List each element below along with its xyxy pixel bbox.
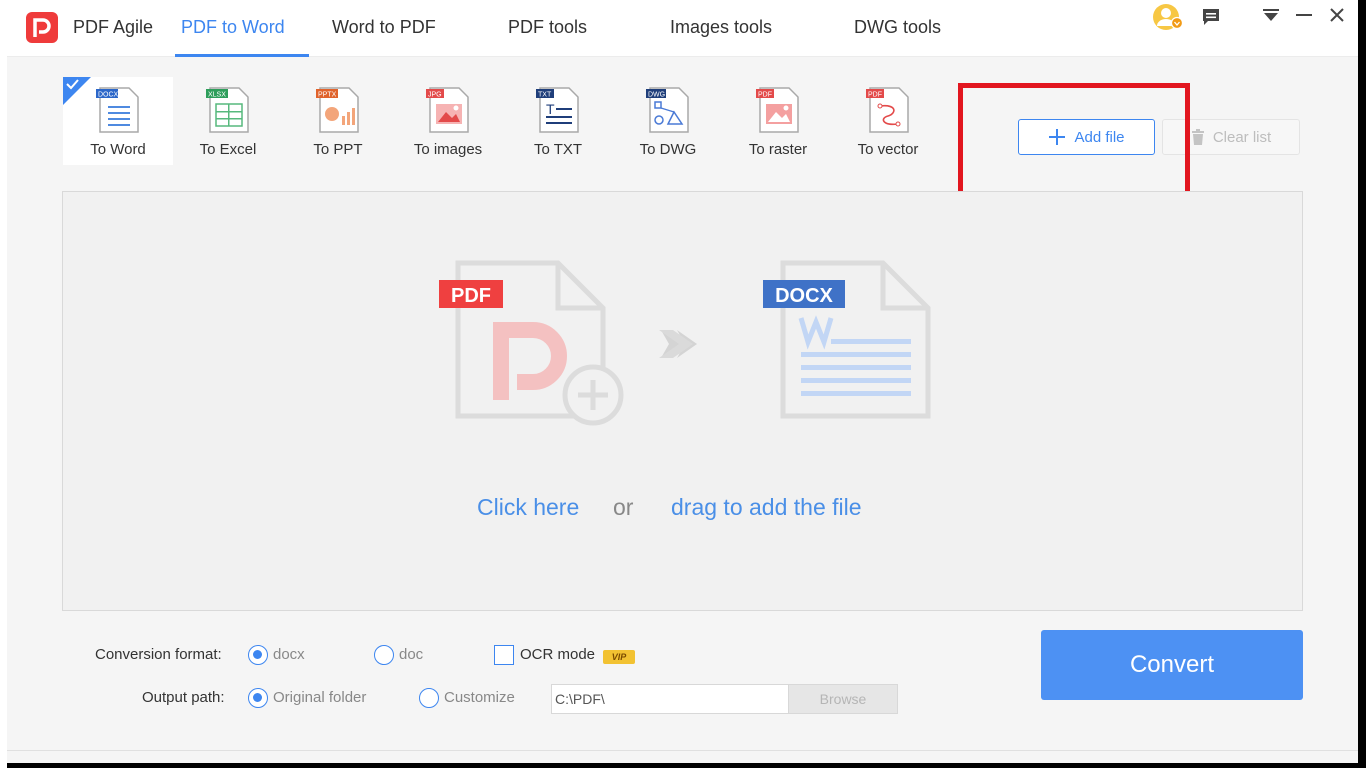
double-arrow-icon (659, 330, 697, 358)
excel-doc-icon: XLSX (206, 87, 249, 133)
docx-document-icon: DOCX (763, 260, 931, 419)
clear-list-label: Clear list (1212, 128, 1272, 146)
file-drop-zone[interactable]: PDF DOCX Click here or drag to add the f… (62, 191, 1303, 611)
nav-word-to-pdf[interactable]: Word to PDF (332, 17, 436, 38)
close-icon[interactable] (1329, 7, 1345, 23)
format-docx-label[interactable]: docx (273, 646, 305, 663)
tool-label: To images (413, 141, 483, 158)
conversion-format-label: Conversion format: (95, 646, 222, 663)
tool-to-images[interactable]: JPG To images (393, 77, 503, 165)
svg-text:PDF: PDF (451, 285, 491, 307)
tool-to-word[interactable]: DOCX To Word (63, 77, 173, 165)
svg-text:JPG: JPG (428, 92, 442, 99)
tool-to-excel[interactable]: XLSX To Excel (173, 77, 283, 165)
svg-text:TXT: TXT (538, 92, 552, 99)
output-path-label: Output path: (142, 689, 225, 706)
pdf-to-docx-illustration: PDF DOCX (439, 260, 931, 426)
nav-pdf-to-word[interactable]: PDF to Word (181, 17, 285, 38)
app-logo-icon (26, 12, 58, 43)
tool-label: To DWG (639, 141, 697, 158)
svg-text:DOCX: DOCX (98, 92, 119, 99)
vector-doc-icon: PDF (866, 87, 909, 133)
format-doc-label[interactable]: doc (399, 646, 423, 663)
nav-dwg-tools[interactable]: DWG tools (854, 17, 941, 38)
vip-badge: VIP (603, 650, 635, 664)
menu-dropdown-icon[interactable] (1262, 8, 1280, 22)
path-customize-label[interactable]: Customize (444, 689, 515, 706)
raster-doc-icon: PDF (756, 87, 799, 133)
ocr-mode-checkbox[interactable] (494, 645, 514, 665)
pdf-document-icon: PDF (439, 260, 624, 426)
svg-text:PPTX: PPTX (318, 92, 337, 99)
format-doc-radio[interactable] (374, 645, 394, 665)
check-icon (66, 79, 79, 90)
title-bar: PDF Agile PDF to Word Word to PDF PDF to… (7, 0, 1358, 57)
tool-to-txt[interactable]: TXT T To TXT (503, 77, 613, 165)
nav-pdf-agile[interactable]: PDF Agile (73, 17, 153, 38)
tool-to-raster[interactable]: PDF To raster (723, 77, 833, 165)
tool-label: To Word (90, 141, 146, 158)
path-original-label[interactable]: Original folder (273, 689, 366, 706)
nav-pdf-tools[interactable]: PDF tools (508, 17, 587, 38)
image-doc-icon: JPG (426, 87, 469, 133)
txt-doc-icon: TXT T (536, 87, 579, 133)
path-customize-radio[interactable] (419, 688, 439, 708)
minimize-icon[interactable] (1295, 8, 1313, 22)
svg-text:XLSX: XLSX (208, 92, 226, 99)
tool-to-ppt[interactable]: PPTX To PPT (283, 77, 393, 165)
footer-divider (7, 750, 1358, 751)
tool-label: To TXT (533, 141, 583, 158)
tool-label: To raster (748, 141, 808, 158)
svg-text:DOCX: DOCX (775, 285, 833, 307)
pdf-agile-window: PDF Agile PDF to Word Word to PDF PDF to… (7, 0, 1358, 763)
tool-label: To vector (857, 141, 919, 158)
ocr-mode-label[interactable]: OCR mode (520, 646, 595, 663)
path-original-radio[interactable] (248, 688, 268, 708)
click-here-link[interactable]: Click here (477, 494, 579, 521)
trash-icon (1191, 129, 1204, 145)
svg-text:DWG: DWG (648, 92, 665, 99)
format-docx-radio[interactable] (248, 645, 268, 665)
ppt-doc-icon: PPTX (316, 87, 359, 133)
background-window-edge (0, 0, 7, 768)
drag-to-add-text: drag to add the file (671, 494, 862, 520)
convert-button[interactable]: Convert (1041, 630, 1303, 700)
svg-text:PDF: PDF (758, 92, 772, 99)
tool-to-vector[interactable]: PDF To vector (833, 77, 943, 165)
message-icon[interactable] (1201, 7, 1221, 27)
dwg-doc-icon: DWG (646, 87, 689, 133)
user-avatar-icon[interactable] (1150, 2, 1186, 32)
tool-label: To Excel (199, 141, 257, 158)
output-path-input[interactable] (551, 684, 789, 714)
tool-to-dwg[interactable]: DWG To DWG (613, 77, 723, 165)
svg-text:PDF: PDF (868, 92, 882, 99)
nav-images-tools[interactable]: Images tools (670, 17, 772, 38)
or-text: or (613, 494, 634, 520)
word-doc-icon: DOCX (96, 87, 139, 133)
browse-button[interactable]: Browse (788, 684, 898, 714)
svg-text:T: T (546, 101, 555, 117)
screen-edge (1358, 0, 1366, 768)
tool-label: To PPT (313, 141, 363, 158)
